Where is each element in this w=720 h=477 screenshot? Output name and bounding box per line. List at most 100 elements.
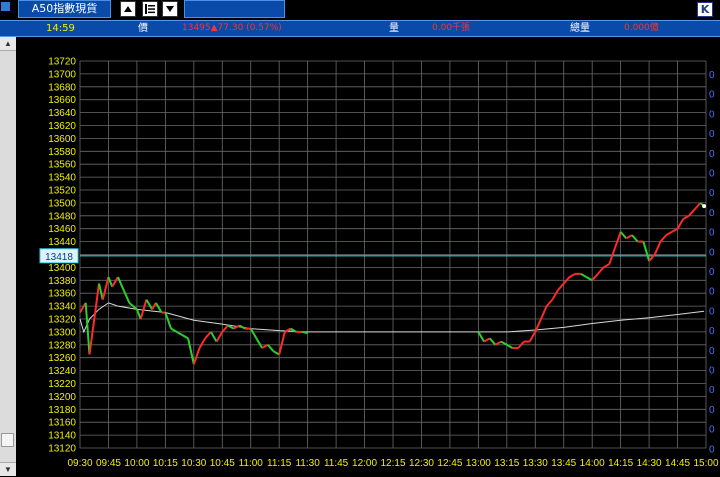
y-tick-label: 13620 xyxy=(48,121,76,132)
price-segment xyxy=(97,283,104,300)
x-tick-label: 09:45 xyxy=(96,458,121,469)
price-segment xyxy=(139,299,148,320)
right-axis-label: 0 xyxy=(709,425,715,436)
y-tick-label: 13440 xyxy=(48,237,76,248)
x-tick-label: 10:30 xyxy=(181,458,206,469)
price-segment xyxy=(301,330,308,335)
kline-button[interactable]: K xyxy=(697,2,713,17)
scroll-down-icon[interactable]: ▼ xyxy=(0,462,16,476)
price-segment xyxy=(551,289,559,301)
x-tick-label: 13:00 xyxy=(466,458,491,469)
x-tick-label: 12:00 xyxy=(352,458,377,469)
y-tick-label: 13160 xyxy=(48,418,76,429)
price-segment xyxy=(488,337,497,346)
price-segment xyxy=(176,331,183,336)
price-segment xyxy=(187,338,195,365)
price-segment xyxy=(111,276,119,288)
y-tick-label: 13700 xyxy=(48,69,76,80)
total-volume-label: 總量 xyxy=(570,23,590,34)
price-value: 13495▲77.30 (0.57%) xyxy=(182,23,282,33)
y-tick-label: 13240 xyxy=(48,366,76,377)
price-segment xyxy=(665,231,673,237)
triangle-down-icon xyxy=(166,6,174,12)
window-menu-icon[interactable] xyxy=(1,2,10,11)
right-axis-label: 0 xyxy=(709,129,715,140)
right-axis-label: 0 xyxy=(709,444,715,455)
price-segment xyxy=(94,283,100,313)
price-segment xyxy=(249,328,258,339)
y-tick-label: 13580 xyxy=(48,147,76,158)
price-segment xyxy=(585,276,593,282)
intraday-chart: 1372013700 13680 13660 13640 13620 13600 13580… xyxy=(39,57,719,469)
y-tick-label: 13660 xyxy=(48,95,76,106)
list-icon xyxy=(145,4,155,14)
quote-info-bar: 14:59 價 13495▲77.30 (0.57%) 量 0.00千張 總量 … xyxy=(0,20,720,37)
right-axis-label: 0 xyxy=(709,208,715,219)
price-segment xyxy=(580,272,587,278)
x-tick-label: 12:30 xyxy=(409,458,434,469)
price-segment xyxy=(494,340,502,346)
y-tick-label: 13520 xyxy=(48,186,76,197)
right-axis-label: 0 xyxy=(709,228,715,239)
y-tick-label: 13320 xyxy=(48,315,76,326)
y-tick-label: 13300 xyxy=(48,327,76,338)
y-tick-label: 13540 xyxy=(48,173,76,184)
right-axis-label: 0 xyxy=(709,366,715,377)
right-axis-label: 0 xyxy=(709,267,715,278)
price-segment xyxy=(221,324,229,333)
price-segment xyxy=(659,234,667,243)
y-tick-label: 13340 xyxy=(48,302,76,313)
last-price-point xyxy=(702,204,707,209)
x-tick-label: 13:15 xyxy=(494,458,519,469)
price-segment xyxy=(631,234,639,243)
right-axis-label: 0 xyxy=(709,346,715,357)
price-segment xyxy=(267,344,275,352)
price-segment xyxy=(506,343,514,349)
price-segment xyxy=(215,331,224,343)
price-segment xyxy=(170,327,178,333)
x-tick-label: 14:45 xyxy=(665,458,690,469)
price-segment xyxy=(568,272,576,278)
y-tick-label: 13600 xyxy=(48,134,76,145)
x-tick-label: 09:30 xyxy=(67,458,92,469)
price-segment xyxy=(545,298,554,307)
price-segment xyxy=(688,208,696,217)
symbol-title[interactable]: A50指數現貨 xyxy=(18,0,111,18)
dropdown-button[interactable] xyxy=(162,1,178,17)
right-axis-label: 0 xyxy=(709,385,715,396)
price-segment xyxy=(528,331,537,343)
price-segment xyxy=(238,324,246,330)
price-segment xyxy=(603,263,610,269)
right-axis-label: 0 xyxy=(709,188,715,199)
volume-label: 量 xyxy=(389,23,399,34)
price-segment xyxy=(84,302,91,355)
y-tick-label: 13220 xyxy=(48,379,76,390)
x-tick-label: 14:15 xyxy=(608,458,633,469)
x-tick-label: 14:30 xyxy=(637,458,662,469)
price-segment xyxy=(653,241,662,255)
x-tick-label: 14:00 xyxy=(580,458,605,469)
vertical-scrollbar[interactable]: ▲ ▼ xyxy=(0,37,16,476)
price-segment xyxy=(682,214,690,220)
triangle-up-icon xyxy=(124,6,132,12)
y-tick-label: 13640 xyxy=(48,108,76,119)
y-tick-label: 13480 xyxy=(48,211,76,222)
price-segment xyxy=(164,312,172,330)
price-segment xyxy=(597,266,605,275)
x-tick-label: 13:30 xyxy=(523,458,548,469)
symbol-input[interactable] xyxy=(184,0,285,18)
price-segment xyxy=(192,347,201,365)
up-arrow-button[interactable] xyxy=(120,1,136,17)
scroll-thumb[interactable] xyxy=(1,433,14,447)
scroll-up-icon[interactable]: ▲ xyxy=(0,37,16,51)
price-segment xyxy=(278,331,286,355)
toolbar: A50指數現貨 K xyxy=(0,0,720,20)
price-segment xyxy=(204,331,212,340)
price-segment xyxy=(477,331,485,343)
price-segment xyxy=(145,299,153,310)
price-segment xyxy=(210,331,218,343)
right-axis-label: 0 xyxy=(709,70,715,81)
time-value: 14:59 xyxy=(46,23,75,34)
y-tick-label: 13500 xyxy=(48,198,76,209)
list-menu-button[interactable] xyxy=(142,1,158,17)
